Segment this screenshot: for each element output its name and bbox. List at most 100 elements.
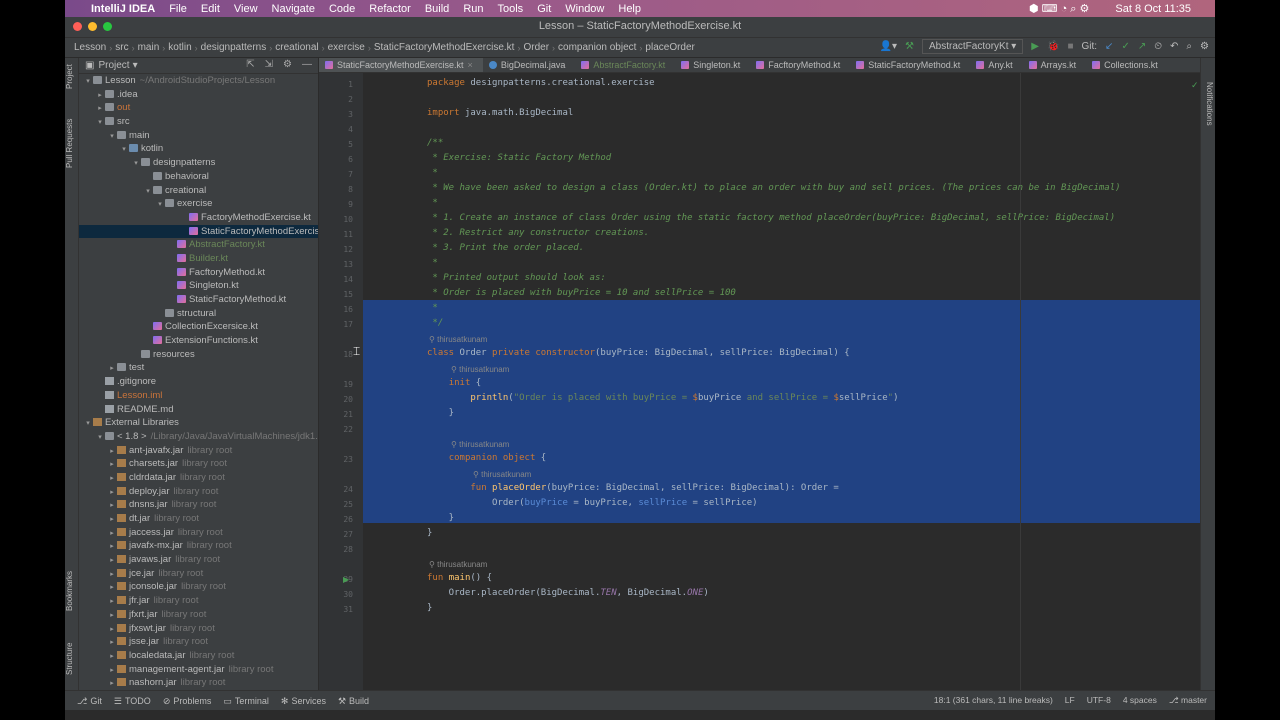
tree-item[interactable]: README.md [79,403,318,417]
tree-item[interactable]: ▸ .idea [79,88,318,102]
build-hammer-icon[interactable]: ⚒ [905,41,914,52]
pull-requests-tool-tab[interactable]: Pull Requests [65,108,78,178]
expand-all-icon[interactable]: ⇱ [246,59,254,70]
code-vision-author[interactable]: ⚲ thirusatkunam [473,470,531,479]
code-line[interactable]: } [427,513,454,523]
chevron-icon[interactable]: ▸ [107,609,117,623]
editor-tab[interactable]: Singleton.kt [675,58,750,72]
chevron-icon[interactable]: ▾ [119,143,129,157]
code-line[interactable]: } [427,603,432,613]
code-line[interactable]: * 3. Print the order placed. [427,243,584,253]
tree-item[interactable]: ▾ src [79,115,318,129]
code-line[interactable]: } [427,528,432,538]
tree-item[interactable]: Singleton.kt [79,279,318,293]
code-line[interactable]: * Printed output should look as: [427,273,605,283]
chevron-icon[interactable]: ▸ [107,458,117,472]
code-vision-author[interactable]: ⚲ thirusatkunam [429,335,487,344]
services-tool-button[interactable]: ✻ Services [281,696,326,707]
tree-item[interactable]: FacftoryMethod.kt [79,266,318,280]
code-line[interactable]: fun placeOrder(buyPrice: BigDecimal, sel… [427,483,838,493]
editor-tab[interactable]: FacftoryMethod.kt [750,58,850,72]
chevron-icon[interactable]: ▸ [95,89,105,103]
collapse-all-icon[interactable]: ⇲ [265,59,273,70]
tree-item[interactable]: ▸ deploy.jar library root [79,485,318,499]
tree-item[interactable]: ▸ javaws.jar library root [79,553,318,567]
caret-position[interactable]: 18:1 (361 chars, 11 line breaks) [934,695,1053,706]
breadcrumb-kotlin[interactable]: kotlin [165,42,194,53]
breadcrumb-exercise[interactable]: exercise [325,42,368,53]
build-tool-button[interactable]: ⚒ Build [338,696,369,707]
history-icon[interactable]: ⏲ [1154,41,1162,52]
close-tab-icon[interactable]: × [468,58,473,72]
code-line[interactable]: * [427,198,437,208]
tree-item[interactable]: ▸ cldrdata.jar library root [79,471,318,485]
code-line[interactable]: * 1. Create an instance of class Order u… [427,213,1115,223]
code-line[interactable]: * Exercise: Static Factory Method [427,153,611,163]
editor-tab[interactable]: BigDecimal.java [483,58,576,72]
tree-item[interactable]: Lesson.iml [79,389,318,403]
menu-view[interactable]: View [234,3,258,15]
tree-item[interactable]: ▸ jaccess.jar library root [79,526,318,540]
menu-refactor[interactable]: Refactor [369,3,411,15]
chevron-icon[interactable]: ▾ [107,130,117,144]
code-line[interactable]: * [427,168,437,178]
chevron-icon[interactable]: ▾ [155,198,165,212]
tree-item[interactable]: ▸ dt.jar library root [79,512,318,526]
code-line[interactable]: package designpatterns.creational.exerci… [427,78,655,88]
breadcrumb-src[interactable]: src [112,42,131,53]
menu-edit[interactable]: Edit [201,3,220,15]
indent-setting[interactable]: 4 spaces [1123,695,1157,706]
tree-item[interactable]: ▸ jsse.jar library root [79,635,318,649]
git-push-icon[interactable]: ↗ [1138,41,1146,52]
code-line[interactable]: } [427,408,454,418]
tree-item[interactable]: structural [79,307,318,321]
chevron-icon[interactable]: ▾ [143,185,153,199]
editor-tab[interactable]: Arrays.kt [1023,58,1087,72]
menu-tools[interactable]: Tools [498,3,524,15]
chevron-icon[interactable]: ▸ [107,623,117,637]
chevron-icon[interactable]: ▸ [107,581,117,595]
tree-item[interactable]: ▾ Lesson ~/AndroidStudioProjects/Lesson [79,74,318,88]
tree-item[interactable]: behavioral [79,170,318,184]
status-icons[interactable]: ⬢ ⌨ ◔ ⌕ ⚙ [1029,2,1089,16]
tree-item[interactable]: CollectionExcersice.kt [79,320,318,334]
chevron-icon[interactable]: ▾ [83,417,93,431]
tree-item[interactable]: StaticFactoryMethodExercise. [79,224,318,239]
code-line[interactable]: init { [427,378,482,388]
tree-item[interactable]: ▾ creational [79,184,318,198]
tree-item[interactable]: ▾ exercise [79,197,318,211]
chevron-icon[interactable]: ▸ [107,527,117,541]
chevron-icon[interactable]: ▸ [107,595,117,609]
chevron-icon[interactable]: ▸ [107,677,117,690]
chevron-icon[interactable]: ▾ [131,157,141,171]
code-vision-author[interactable]: ⚲ thirusatkunam [451,440,509,449]
chevron-icon[interactable]: ▸ [107,445,117,459]
tree-item[interactable]: ▸ localedata.jar library root [79,649,318,663]
structure-tool-tab[interactable]: Structure [65,636,78,681]
breadcrumb-file[interactable]: StaticFactoryMethodExercise.kt [371,42,518,53]
file-encoding[interactable]: UTF-8 [1087,695,1111,706]
git-update-icon[interactable]: ↙ [1105,41,1113,52]
code-line[interactable]: Order.placeOrder(BigDecimal.TEN, BigDeci… [427,588,709,598]
code-line[interactable]: import java.math.BigDecimal [427,108,573,118]
terminal-tool-button[interactable]: ▭ Terminal [223,696,269,707]
code-line[interactable]: * [427,258,437,268]
git-commit-icon[interactable]: ✓ [1121,41,1129,52]
chevron-icon[interactable]: ▸ [107,568,117,582]
editor-tab[interactable]: StaticFactoryMethodExercise.kt × [319,58,483,72]
code-line[interactable]: class Order private constructor(buyPrice… [427,348,850,358]
code-line[interactable]: Order(buyPrice = buyPrice, sellPrice = s… [427,498,758,508]
breadcrumb-designpatterns[interactable]: designpatterns [198,42,270,53]
breadcrumb-project[interactable]: Lesson [71,42,109,53]
tree-item[interactable]: ExtensionFunctions.kt [79,334,318,348]
chevron-icon[interactable]: ▾ [83,75,93,89]
tree-item[interactable]: ▸ charsets.jar library root [79,457,318,471]
code-line[interactable]: println("Order is placed with buyPrice =… [427,393,898,403]
code-line[interactable]: /** [427,138,443,148]
hide-panel-icon[interactable]: — [302,59,312,70]
menu-file[interactable]: File [169,3,187,15]
project-view-select[interactable]: Project [98,60,129,71]
tree-item[interactable]: ▸ jce.jar library root [79,567,318,581]
editor-tab[interactable]: Collections.kt [1086,58,1168,72]
editor-tab[interactable]: AbstractFactory.kt [575,58,675,72]
